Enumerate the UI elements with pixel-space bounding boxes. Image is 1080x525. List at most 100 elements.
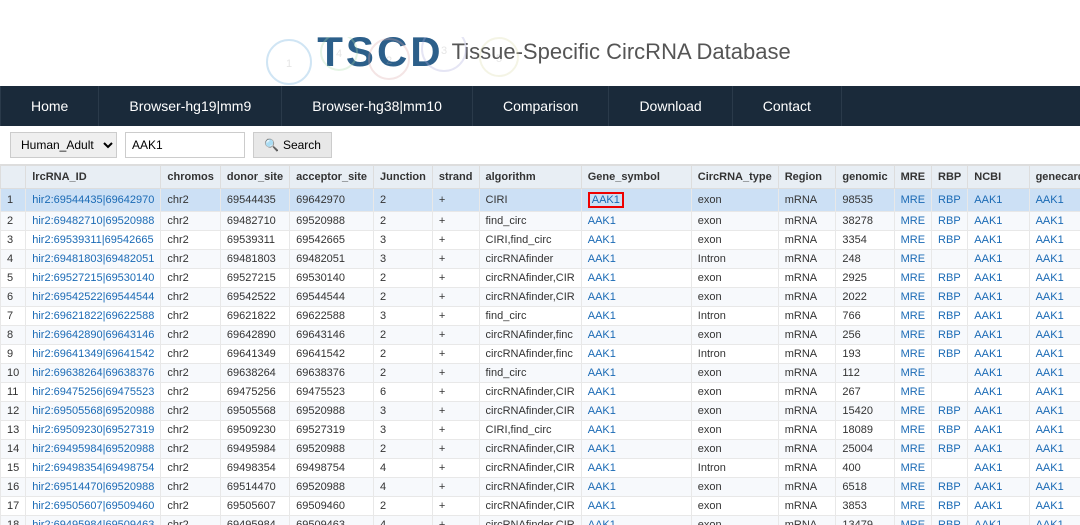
rbp-cell[interactable]: RBP bbox=[932, 440, 968, 459]
ncbi-cell[interactable]: AAK1 bbox=[968, 307, 1029, 326]
genecards-cell[interactable]: AAK1 bbox=[1029, 478, 1080, 497]
gene-symbol-cell[interactable]: AAK1 bbox=[581, 459, 691, 478]
lrcrna-id-cell[interactable]: hir2:69505568|69520988 bbox=[26, 402, 161, 421]
ncbi-cell[interactable]: AAK1 bbox=[968, 250, 1029, 269]
genecards-cell[interactable]: AAK1 bbox=[1029, 307, 1080, 326]
gene-symbol-cell[interactable]: AAK1 bbox=[581, 478, 691, 497]
rbp-cell[interactable] bbox=[932, 250, 968, 269]
lrcrna-id-cell[interactable]: hir2:69642890|69643146 bbox=[26, 326, 161, 345]
rbp-cell[interactable]: RBP bbox=[932, 212, 968, 231]
mre-cell[interactable]: MRE bbox=[894, 189, 931, 212]
genecards-cell[interactable]: AAK1 bbox=[1029, 250, 1080, 269]
gene-symbol-cell[interactable]: AAK1 bbox=[581, 212, 691, 231]
lrcrna-id-cell[interactable]: hir2:69482710|69520988 bbox=[26, 212, 161, 231]
mre-cell[interactable]: MRE bbox=[894, 440, 931, 459]
rbp-cell[interactable]: RBP bbox=[932, 189, 968, 212]
gene-symbol-cell[interactable]: AAK1 bbox=[581, 345, 691, 364]
mre-cell[interactable]: MRE bbox=[894, 383, 931, 402]
gene-symbol-cell[interactable]: AAK1 bbox=[581, 250, 691, 269]
nav-download[interactable]: Download bbox=[609, 86, 732, 126]
gene-symbol-cell[interactable]: AAK1 bbox=[581, 421, 691, 440]
lrcrna-id-cell[interactable]: hir2:69498354|69498754 bbox=[26, 459, 161, 478]
mre-cell[interactable]: MRE bbox=[894, 402, 931, 421]
genecards-cell[interactable]: AAK1 bbox=[1029, 345, 1080, 364]
gene-symbol-cell[interactable]: AAK1 bbox=[581, 189, 691, 212]
genecards-cell[interactable]: AAK1 bbox=[1029, 269, 1080, 288]
lrcrna-id-cell[interactable]: hir2:69542522|69544544 bbox=[26, 288, 161, 307]
rbp-cell[interactable]: RBP bbox=[932, 307, 968, 326]
ncbi-cell[interactable]: AAK1 bbox=[968, 189, 1029, 212]
mre-cell[interactable]: MRE bbox=[894, 307, 931, 326]
rbp-cell[interactable]: RBP bbox=[932, 421, 968, 440]
genecards-cell[interactable]: AAK1 bbox=[1029, 231, 1080, 250]
lrcrna-id-cell[interactable]: hir2:69475256|69475523 bbox=[26, 383, 161, 402]
genecards-cell[interactable]: AAK1 bbox=[1029, 402, 1080, 421]
organism-select[interactable]: Human_Adult Human_Fetal Mouse_Adult Mous… bbox=[10, 132, 117, 158]
lrcrna-id-cell[interactable]: hir2:69514470|69520988 bbox=[26, 478, 161, 497]
genecards-cell[interactable]: AAK1 bbox=[1029, 440, 1080, 459]
ncbi-cell[interactable]: AAK1 bbox=[968, 421, 1029, 440]
rbp-cell[interactable]: RBP bbox=[932, 345, 968, 364]
rbp-cell[interactable] bbox=[932, 459, 968, 478]
mre-cell[interactable]: MRE bbox=[894, 345, 931, 364]
gene-symbol-cell[interactable]: AAK1 bbox=[581, 364, 691, 383]
ncbi-cell[interactable]: AAK1 bbox=[968, 345, 1029, 364]
ncbi-cell[interactable]: AAK1 bbox=[968, 231, 1029, 250]
genecards-cell[interactable]: AAK1 bbox=[1029, 212, 1080, 231]
ncbi-cell[interactable]: AAK1 bbox=[968, 459, 1029, 478]
lrcrna-id-cell[interactable]: hir2:69495984|69520988 bbox=[26, 440, 161, 459]
rbp-cell[interactable]: RBP bbox=[932, 326, 968, 345]
genecards-cell[interactable]: AAK1 bbox=[1029, 364, 1080, 383]
ncbi-cell[interactable]: AAK1 bbox=[968, 402, 1029, 421]
mre-cell[interactable]: MRE bbox=[894, 288, 931, 307]
genecards-cell[interactable]: AAK1 bbox=[1029, 459, 1080, 478]
rbp-cell[interactable]: RBP bbox=[932, 288, 968, 307]
gene-symbol-cell[interactable]: AAK1 bbox=[581, 516, 691, 525]
ncbi-cell[interactable]: AAK1 bbox=[968, 440, 1029, 459]
ncbi-cell[interactable]: AAK1 bbox=[968, 212, 1029, 231]
nav-home[interactable]: Home bbox=[0, 86, 99, 126]
rbp-cell[interactable]: RBP bbox=[932, 478, 968, 497]
rbp-cell[interactable]: RBP bbox=[932, 231, 968, 250]
genecards-cell[interactable]: AAK1 bbox=[1029, 516, 1080, 525]
nav-browser-hg38[interactable]: Browser-hg38|mm10 bbox=[282, 86, 473, 126]
ncbi-cell[interactable]: AAK1 bbox=[968, 364, 1029, 383]
mre-cell[interactable]: MRE bbox=[894, 459, 931, 478]
mre-cell[interactable]: MRE bbox=[894, 421, 931, 440]
ncbi-cell[interactable]: AAK1 bbox=[968, 478, 1029, 497]
gene-symbol-cell[interactable]: AAK1 bbox=[581, 231, 691, 250]
search-button[interactable]: 🔍 Search bbox=[253, 132, 332, 158]
rbp-cell[interactable]: RBP bbox=[932, 402, 968, 421]
lrcrna-id-cell[interactable]: hir2:69539311|69542665 bbox=[26, 231, 161, 250]
mre-cell[interactable]: MRE bbox=[894, 269, 931, 288]
nav-contact[interactable]: Contact bbox=[733, 86, 842, 126]
genecards-cell[interactable]: AAK1 bbox=[1029, 383, 1080, 402]
gene-search-input[interactable] bbox=[125, 132, 245, 158]
genecards-cell[interactable]: AAK1 bbox=[1029, 421, 1080, 440]
mre-cell[interactable]: MRE bbox=[894, 516, 931, 525]
mre-cell[interactable]: MRE bbox=[894, 326, 931, 345]
mre-cell[interactable]: MRE bbox=[894, 250, 931, 269]
results-table-container[interactable]: lrcRNA_ID chromos donor_site acceptor_si… bbox=[0, 165, 1080, 525]
mre-cell[interactable]: MRE bbox=[894, 364, 931, 383]
mre-cell[interactable]: MRE bbox=[894, 478, 931, 497]
genecards-cell[interactable]: AAK1 bbox=[1029, 326, 1080, 345]
lrcrna-id-cell[interactable]: hir2:69641349|69641542 bbox=[26, 345, 161, 364]
gene-symbol-cell[interactable]: AAK1 bbox=[581, 440, 691, 459]
nav-browser-hg19[interactable]: Browser-hg19|mm9 bbox=[99, 86, 282, 126]
lrcrna-id-cell[interactable]: hir2:69621822|69622588 bbox=[26, 307, 161, 326]
gene-symbol-cell[interactable]: AAK1 bbox=[581, 326, 691, 345]
rbp-cell[interactable] bbox=[932, 383, 968, 402]
genecards-cell[interactable]: AAK1 bbox=[1029, 288, 1080, 307]
lrcrna-id-cell[interactable]: hir2:69527215|69530140 bbox=[26, 269, 161, 288]
gene-symbol-cell[interactable]: AAK1 bbox=[581, 383, 691, 402]
rbp-cell[interactable] bbox=[932, 364, 968, 383]
gene-symbol-cell[interactable]: AAK1 bbox=[581, 307, 691, 326]
ncbi-cell[interactable]: AAK1 bbox=[968, 516, 1029, 525]
gene-symbol-cell[interactable]: AAK1 bbox=[581, 269, 691, 288]
gene-symbol-cell[interactable]: AAK1 bbox=[581, 402, 691, 421]
ncbi-cell[interactable]: AAK1 bbox=[968, 288, 1029, 307]
gene-symbol-cell[interactable]: AAK1 bbox=[581, 288, 691, 307]
mre-cell[interactable]: MRE bbox=[894, 212, 931, 231]
nav-comparison[interactable]: Comparison bbox=[473, 86, 609, 126]
